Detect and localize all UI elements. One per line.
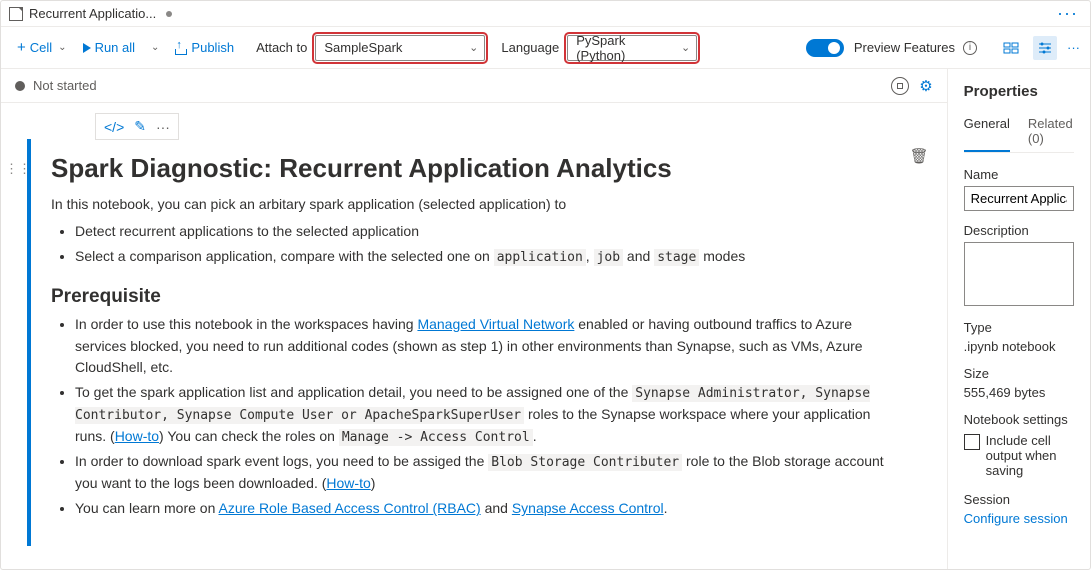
publish-label: Publish <box>191 40 234 55</box>
cell-toolbar: </> ✎ ··· <box>95 113 179 140</box>
settings-sliders-icon[interactable] <box>1033 36 1057 60</box>
preview-features-toggle[interactable] <box>806 39 844 57</box>
synapse-access-link[interactable]: Synapse Access Control <box>512 500 664 516</box>
managed-vnet-link[interactable]: Managed Virtual Network <box>417 316 574 332</box>
doc-heading-1: Spark Diagnostic: Recurrent Application … <box>51 153 899 184</box>
list-item: Detect recurrent applications to the sel… <box>75 221 899 243</box>
type-value: .ipynb notebook <box>964 339 1074 354</box>
language-dropdown[interactable]: PySpark (Python) ⌄ <box>567 35 697 61</box>
preview-features-label: Preview Features <box>854 40 955 55</box>
kernel-status-icon <box>15 81 25 91</box>
stop-session-button[interactable] <box>891 77 909 95</box>
attach-to-label: Attach to <box>256 40 307 55</box>
name-input[interactable] <box>964 186 1074 211</box>
run-all-button[interactable]: Run all <box>77 36 141 59</box>
run-chevron-down-icon[interactable]: ⌄ <box>147 42 163 53</box>
code-view-icon[interactable]: </> <box>104 119 124 135</box>
name-label: Name <box>964 167 1074 182</box>
tab-title[interactable]: Recurrent Applicatio... <box>29 6 156 21</box>
list-item: In order to use this notebook in the wor… <box>75 314 899 379</box>
notebook-file-icon <box>9 7 23 21</box>
cell-drag-handle[interactable]: ⋮⋮ <box>9 139 27 546</box>
chevron-down-icon: ⌄ <box>58 42 66 53</box>
session-label: Session <box>964 492 1074 507</box>
add-cell-label: Cell <box>30 40 52 55</box>
tab-general[interactable]: General <box>964 110 1010 152</box>
doc-heading-2: Prerequisite <box>51 286 899 308</box>
list-item: To get the spark application list and ap… <box>75 382 899 448</box>
markdown-cell[interactable]: 🗑 Spark Diagnostic: Recurrent Applicatio… <box>27 139 939 546</box>
description-input[interactable] <box>964 242 1074 306</box>
configure-session-link[interactable]: Configure session <box>964 511 1074 526</box>
cell-overflow-menu[interactable]: ··· <box>156 119 170 135</box>
attach-to-dropdown[interactable]: SampleSpark ⌄ <box>315 35 485 61</box>
list-item: You can learn more on Azure Role Based A… <box>75 498 899 520</box>
include-output-label: Include cell output when saving <box>986 433 1074 478</box>
session-settings-icon[interactable]: ⚙ <box>919 77 932 95</box>
chevron-down-icon: ⌄ <box>469 41 478 54</box>
publish-icon <box>173 41 187 55</box>
chevron-down-icon: ⌄ <box>681 41 690 54</box>
language-label: Language <box>501 40 559 55</box>
notebook-settings-label: Notebook settings <box>964 412 1074 427</box>
edit-icon[interactable]: ✎ <box>134 118 146 135</box>
size-value: 555,469 bytes <box>964 385 1074 400</box>
tab-overflow-menu[interactable]: ··· <box>1053 3 1082 24</box>
info-icon[interactable]: i <box>963 41 977 55</box>
add-cell-button[interactable]: + Cell ⌄ <box>11 35 73 60</box>
type-label: Type <box>964 320 1074 335</box>
toolbar-overflow-menu[interactable]: ··· <box>1067 40 1080 55</box>
howto-blob-link[interactable]: How-to <box>326 475 370 491</box>
list-item: Select a comparison application, compare… <box>75 246 899 268</box>
list-item: In order to download spark event logs, y… <box>75 451 899 495</box>
howto-roles-link[interactable]: How-to <box>115 428 159 444</box>
kernel-status-text: Not started <box>33 78 97 93</box>
properties-heading: Properties <box>964 83 1074 100</box>
description-label: Description <box>964 223 1074 238</box>
play-icon <box>83 43 91 53</box>
publish-button[interactable]: Publish <box>167 36 240 59</box>
variables-icon[interactable] <box>999 36 1023 60</box>
delete-cell-icon[interactable]: 🗑 <box>910 147 929 165</box>
tab-related[interactable]: Related (0) <box>1028 110 1074 152</box>
language-value: PySpark (Python) <box>576 33 674 63</box>
doc-intro: In this notebook, you can pick an arbita… <box>51 194 899 215</box>
rbac-link[interactable]: Azure Role Based Access Control (RBAC) <box>218 500 480 516</box>
include-output-checkbox[interactable] <box>964 434 980 450</box>
attach-to-value: SampleSpark <box>324 40 402 55</box>
run-all-label: Run all <box>95 40 135 55</box>
size-label: Size <box>964 366 1074 381</box>
plus-icon: + <box>17 39 26 56</box>
unsaved-indicator-icon <box>166 11 172 17</box>
